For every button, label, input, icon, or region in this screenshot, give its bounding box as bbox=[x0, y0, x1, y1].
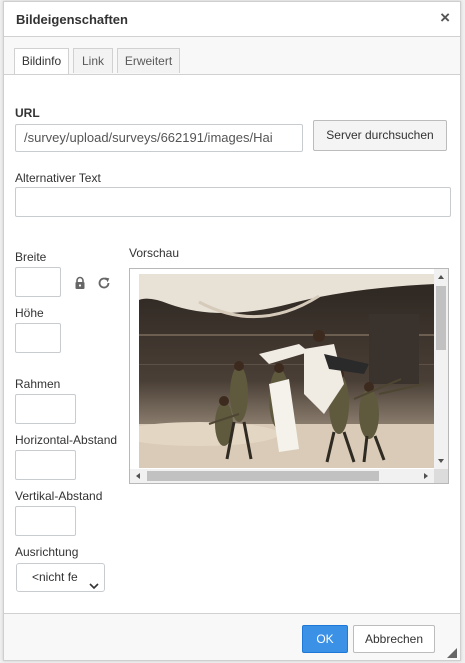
border-label: Rahmen bbox=[15, 377, 61, 391]
resize-handle-icon[interactable] bbox=[447, 647, 457, 658]
dialog-titlebar: Bildeigenschaften × bbox=[4, 2, 460, 37]
preview-label: Vorschau bbox=[129, 246, 180, 260]
dialog-footer: OK Abbrechen bbox=[4, 613, 460, 660]
tab-bar: Bildinfo Link Erweitert bbox=[4, 37, 460, 75]
preview-vertical-scrollbar[interactable] bbox=[434, 269, 448, 469]
tab-link[interactable]: Link bbox=[73, 48, 113, 73]
width-label: Breite bbox=[15, 250, 47, 264]
cancel-button[interactable]: Abbrechen bbox=[353, 625, 435, 653]
alignment-label: Ausrichtung bbox=[15, 545, 79, 559]
border-input[interactable] bbox=[15, 394, 76, 424]
close-icon[interactable]: × bbox=[440, 8, 450, 28]
height-input[interactable] bbox=[15, 323, 61, 353]
dialog-title: Bildeigenschaften bbox=[16, 12, 128, 27]
ok-button[interactable]: OK bbox=[302, 625, 348, 653]
preview-pane[interactable] bbox=[129, 268, 449, 484]
image-properties-dialog: Bildeigenschaften × Bildinfo Link Erweit… bbox=[3, 1, 461, 661]
width-input[interactable] bbox=[15, 267, 61, 297]
scroll-corner bbox=[434, 469, 448, 483]
vspace-label: Vertikal-Abstand bbox=[15, 489, 103, 503]
vspace-input[interactable] bbox=[15, 506, 76, 536]
hspace-label: Horizontal-Abstand bbox=[15, 433, 118, 447]
browse-server-button[interactable]: Server durchsuchen bbox=[313, 120, 447, 151]
reset-size-icon[interactable] bbox=[97, 276, 111, 290]
alt-text-label: Alternativer Text bbox=[15, 171, 101, 185]
chevron-down-icon bbox=[89, 573, 99, 600]
alt-text-input[interactable] bbox=[15, 187, 451, 217]
lock-icon[interactable] bbox=[73, 276, 87, 290]
tab-erweitert[interactable]: Erweitert bbox=[117, 48, 180, 73]
alignment-select[interactable]: <nicht fe bbox=[16, 563, 105, 592]
preview-image bbox=[139, 274, 435, 468]
url-input[interactable]: /survey/upload/surveys/662191/images/Hai bbox=[15, 124, 303, 152]
height-label: Höhe bbox=[15, 306, 44, 320]
preview-horizontal-scrollbar[interactable] bbox=[130, 469, 434, 483]
tab-bildinfo[interactable]: Bildinfo bbox=[14, 48, 69, 74]
url-label: URL bbox=[15, 106, 40, 120]
alignment-select-value: <nicht fe bbox=[32, 570, 78, 584]
hspace-input[interactable] bbox=[15, 450, 76, 480]
